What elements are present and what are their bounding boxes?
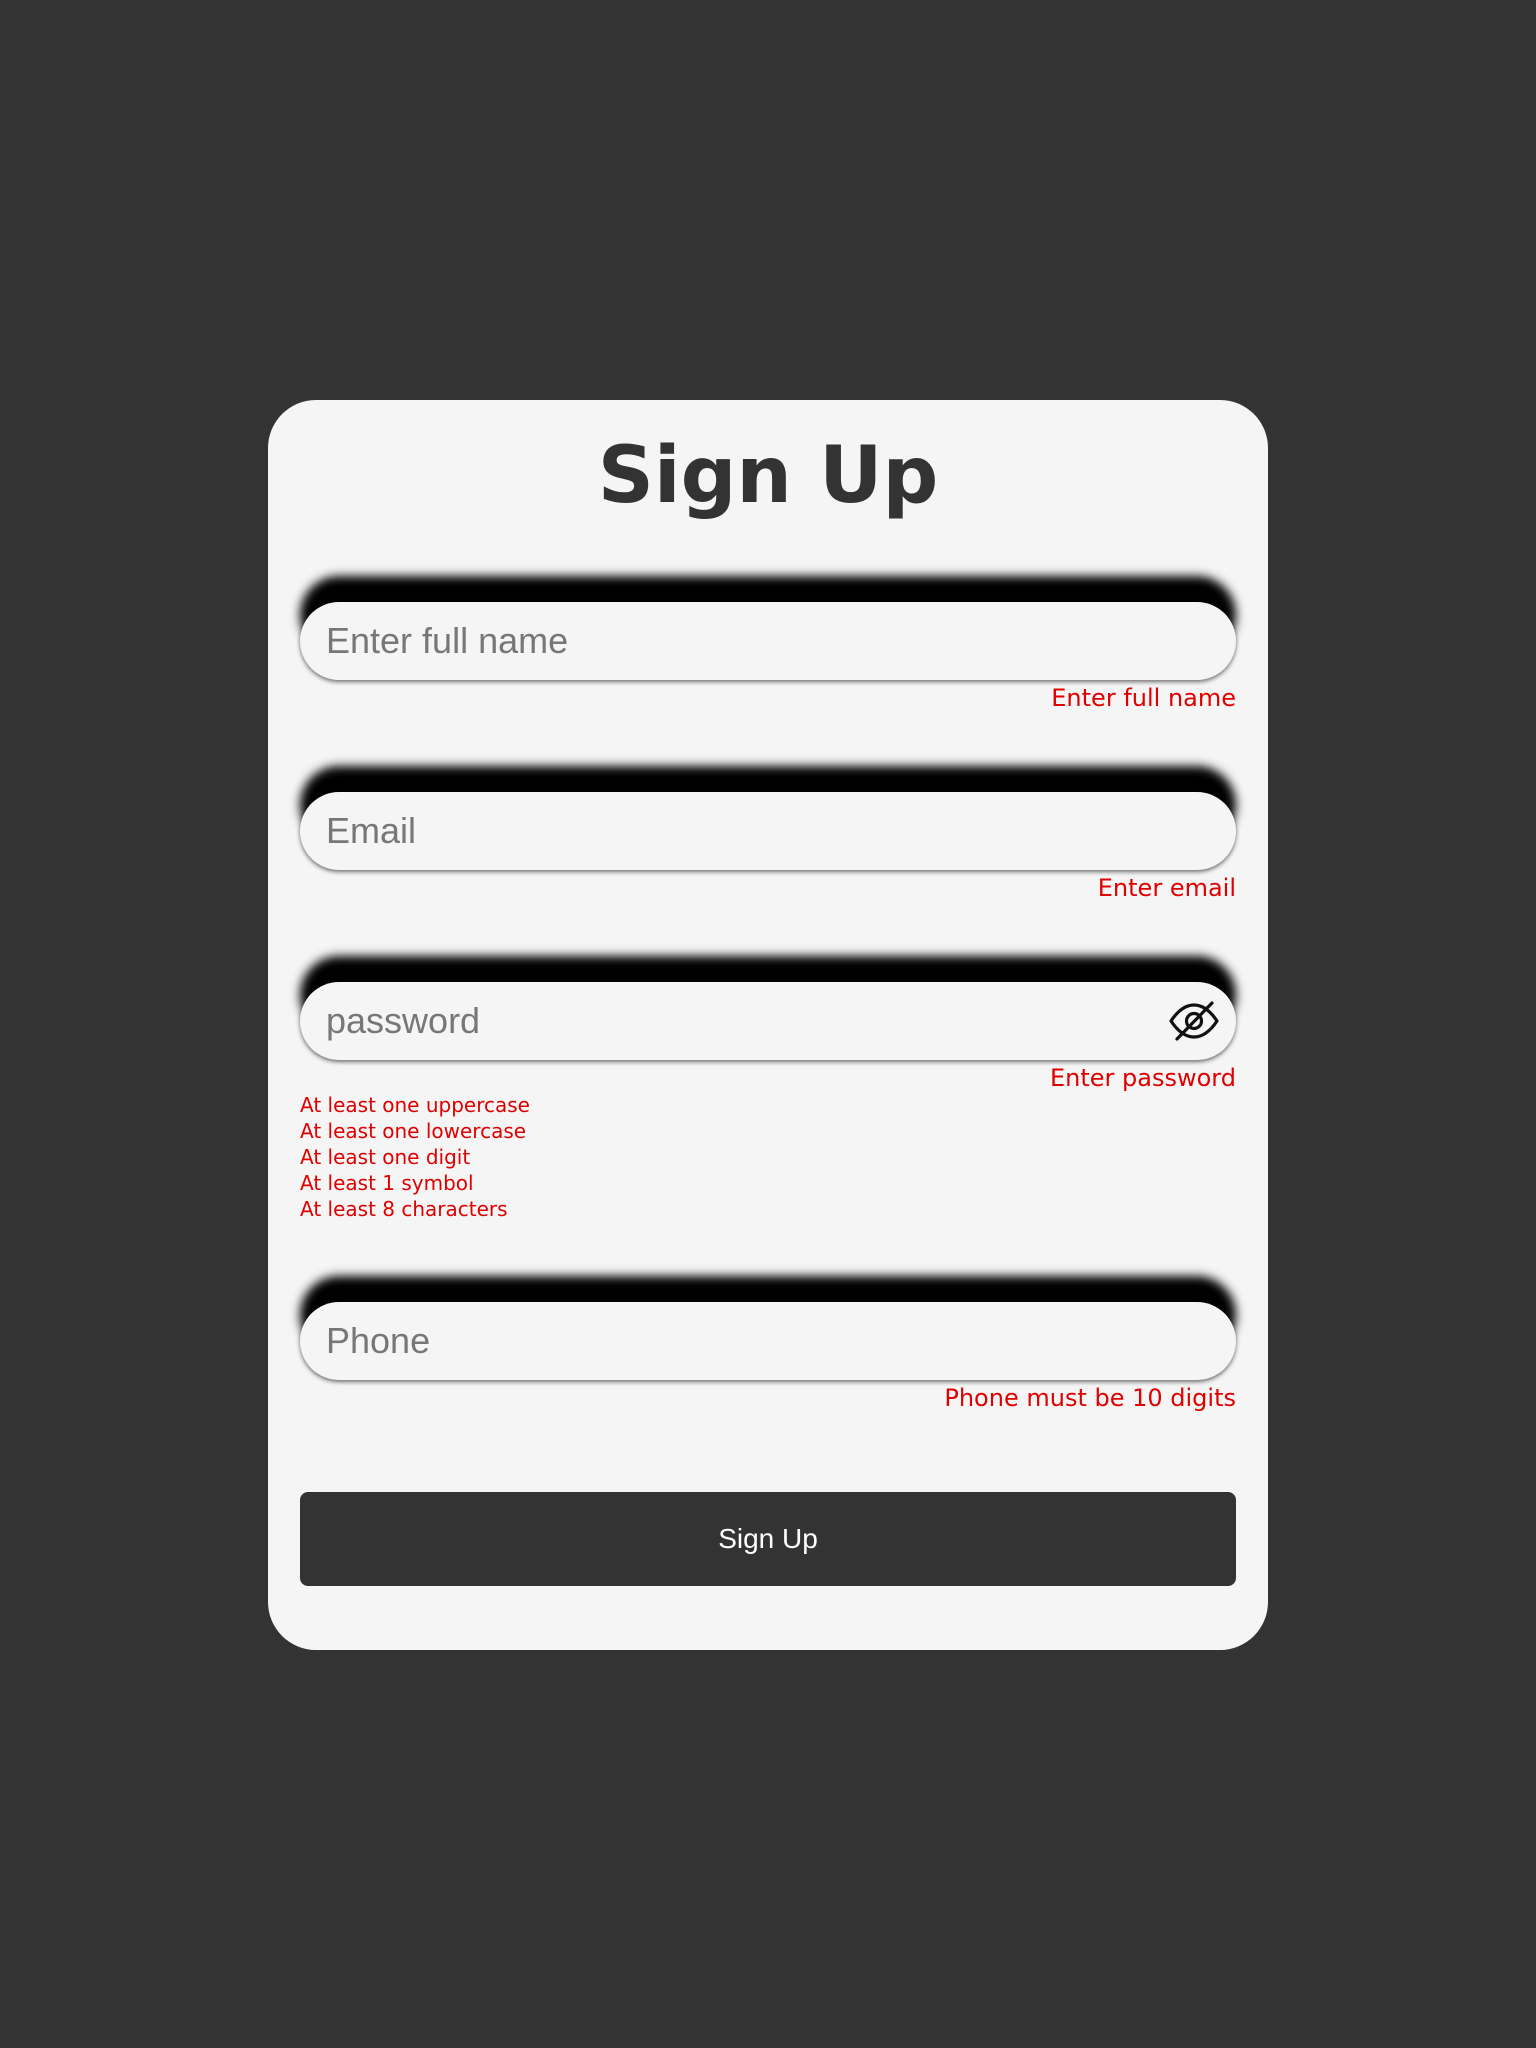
signup-card: Sign Up Enter full name Enter email Ente… xyxy=(268,400,1268,1650)
password-rule-item: At least one uppercase xyxy=(300,1093,530,1117)
password-rule-item: At least one digit xyxy=(300,1145,471,1169)
full-name-error: Enter full name xyxy=(1051,684,1236,712)
password-rule-item: At least 8 characters xyxy=(300,1197,508,1221)
page-title: Sign Up xyxy=(597,431,939,521)
password-rule-item: At least 1 symbol xyxy=(300,1171,474,1195)
email-input[interactable] xyxy=(300,792,1236,870)
sign-up-button[interactable]: Sign Up xyxy=(300,1492,1236,1586)
phone-input[interactable] xyxy=(300,1302,1236,1380)
password-error: Enter password xyxy=(1050,1064,1236,1092)
phone-field-wrapper xyxy=(300,1302,1236,1380)
phone-error: Phone must be 10 digits xyxy=(944,1384,1236,1412)
password-input[interactable] xyxy=(300,982,1236,1060)
password-field-wrapper xyxy=(300,982,1236,1060)
email-error: Enter email xyxy=(1097,874,1236,902)
full-name-input[interactable] xyxy=(300,602,1236,680)
eye-off-icon[interactable] xyxy=(1168,1000,1220,1042)
password-rule-item: At least one lowercase xyxy=(300,1119,527,1143)
password-rules-list: At least one uppercase At least one lowe… xyxy=(300,1092,530,1222)
email-field-wrapper xyxy=(300,792,1236,870)
full-name-field-wrapper xyxy=(300,602,1236,680)
